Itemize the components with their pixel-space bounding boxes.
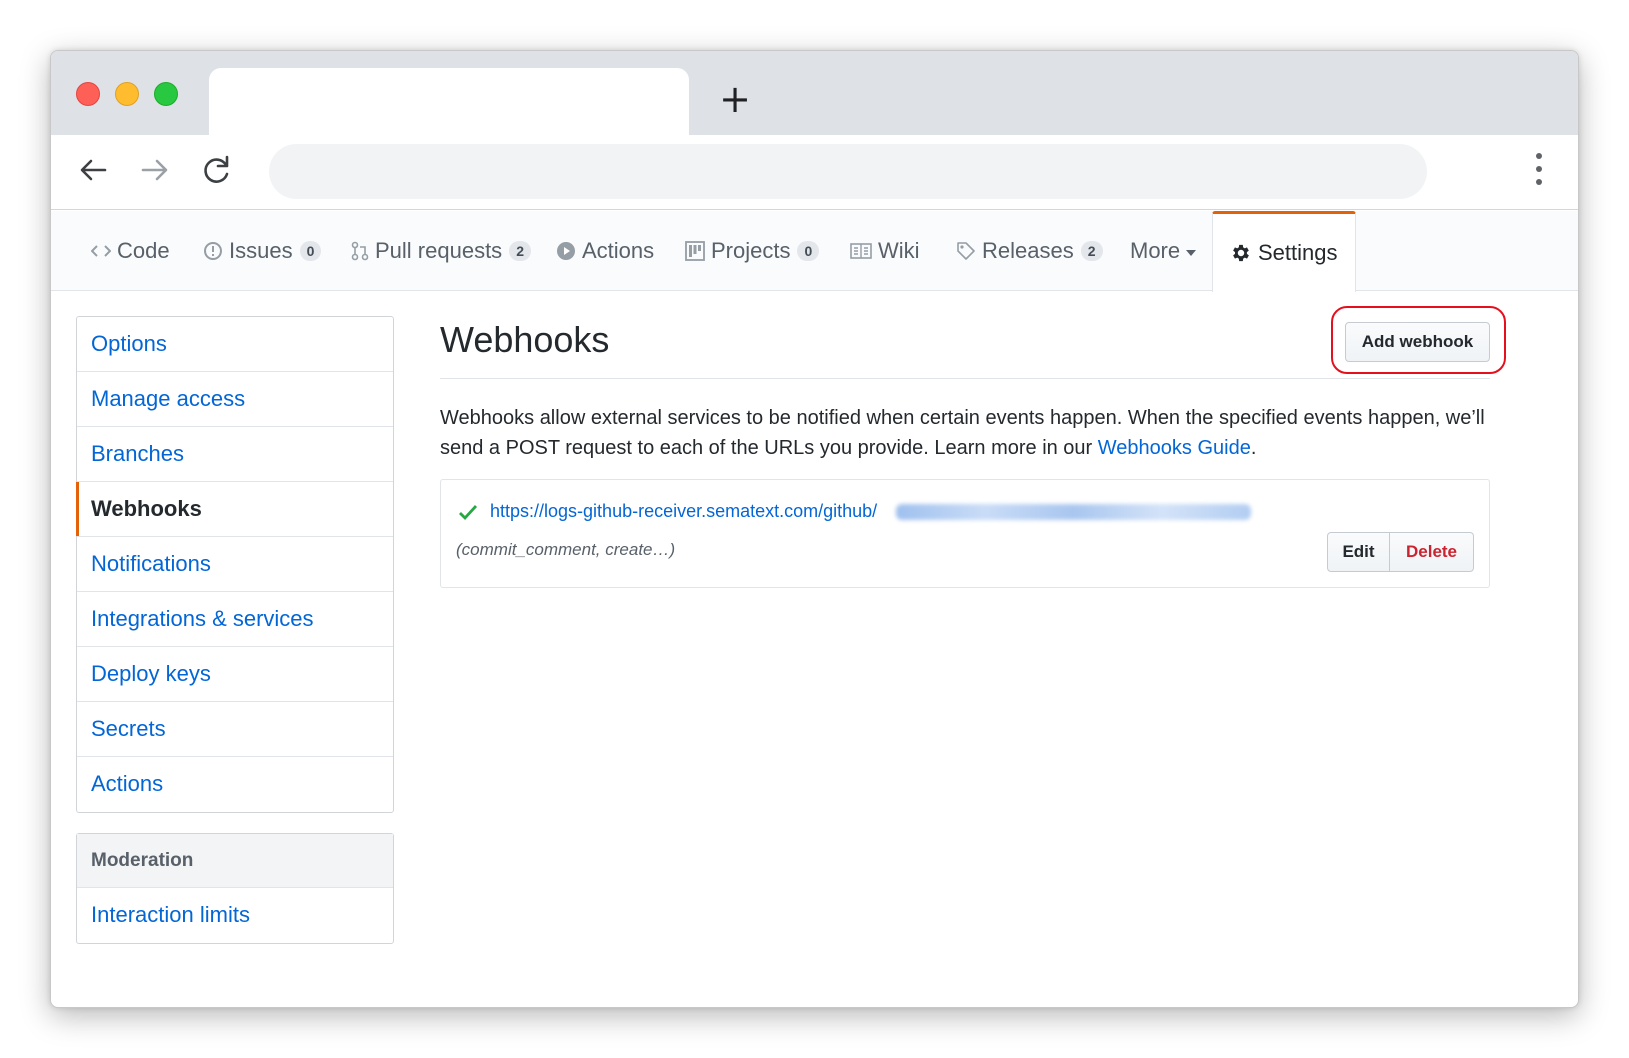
play-icon	[556, 241, 576, 261]
forward-button[interactable]	[133, 148, 177, 192]
reload-icon	[204, 155, 229, 183]
code-icon	[91, 243, 111, 259]
sidebar-item-actions[interactable]: Actions	[77, 757, 393, 812]
tab-projects[interactable]: Projects 0	[685, 211, 820, 291]
sidebar-item-webhooks[interactable]: Webhooks	[76, 482, 393, 537]
description-text: Webhooks allow external services to be n…	[440, 407, 1485, 459]
forward-arrow-icon	[141, 159, 168, 181]
tab-code[interactable]: Code	[91, 211, 170, 291]
releases-counter: 2	[1080, 241, 1103, 261]
issues-counter: 0	[299, 241, 322, 261]
redacted-url-blur	[896, 504, 1251, 520]
sidebar-item-secrets[interactable]: Secrets	[77, 702, 393, 757]
sidebar-item-branches[interactable]: Branches	[77, 427, 393, 482]
tab-more-dropdown[interactable]: More	[1130, 211, 1197, 291]
sidebar-item-deploy-keys[interactable]: Deploy keys	[77, 647, 393, 702]
back-arrow-icon	[80, 159, 107, 181]
back-button[interactable]	[71, 148, 115, 192]
browser-tab-strip: +	[51, 51, 1578, 135]
check-icon	[459, 505, 478, 521]
description-end: .	[1250, 437, 1257, 459]
webhook-list-item: https://logs-github-receiver.sematext.co…	[440, 479, 1490, 588]
webhook-url-link[interactable]: https://logs-github-receiver.sematext.co…	[490, 501, 877, 522]
tab-settings[interactable]: Settings	[1212, 211, 1356, 292]
pull-requests-counter: 2	[509, 241, 531, 261]
minimize-window-button[interactable]	[115, 82, 139, 106]
moderation-sidebar: Moderation Interaction limits	[76, 833, 394, 944]
edit-webhook-button[interactable]: Edit	[1327, 532, 1390, 572]
tab-wiki-label: Wiki	[878, 238, 920, 263]
tab-wiki[interactable]: Wiki	[850, 211, 920, 291]
tab-actions-label: Actions	[582, 238, 655, 263]
tab-releases[interactable]: Releases 2	[956, 211, 1103, 291]
browser-tab[interactable]	[209, 68, 689, 135]
caret-down-icon	[1186, 249, 1197, 256]
gear-icon	[1230, 242, 1252, 264]
address-bar[interactable]	[269, 144, 1427, 199]
sidebar-item-options[interactable]: Options	[77, 317, 393, 372]
webhook-actions: Edit Delete	[1327, 532, 1474, 572]
tab-pull-requests-label: Pull requests	[375, 238, 503, 263]
new-tab-button[interactable]: +	[715, 79, 755, 119]
page-title: Webhooks	[440, 319, 610, 360]
reload-button[interactable]	[195, 148, 239, 192]
tab-code-label: Code	[117, 238, 170, 263]
tag-icon	[956, 241, 976, 261]
tab-releases-label: Releases	[982, 238, 1074, 263]
tab-pull-requests[interactable]: Pull requests 2	[351, 211, 531, 291]
tab-projects-label: Projects	[711, 238, 791, 263]
add-webhook-button[interactable]: Add webhook	[1345, 322, 1490, 362]
book-icon	[850, 242, 872, 260]
tab-issues-label: Issues	[229, 238, 293, 263]
repo-navigation: Code Issues 0 Pull requests 2 Actions Pr…	[51, 211, 1578, 292]
tab-actions[interactable]: Actions	[556, 211, 654, 291]
close-window-button[interactable]	[76, 82, 100, 106]
moderation-heading: Moderation	[77, 834, 393, 888]
browser-toolbar	[51, 135, 1578, 210]
webhooks-guide-link[interactable]: Webhooks Guide	[1098, 437, 1251, 459]
webhooks-description: Webhooks allow external services to be n…	[440, 403, 1500, 463]
project-icon	[685, 241, 705, 261]
sidebar-item-notifications[interactable]: Notifications	[77, 537, 393, 592]
projects-counter: 0	[797, 241, 820, 261]
browser-menu-icon[interactable]	[1534, 153, 1544, 189]
maximize-window-button[interactable]	[154, 82, 178, 106]
issue-icon	[203, 241, 223, 261]
tab-more-label: More	[1130, 238, 1181, 263]
settings-sidebar: Options Manage access Branches Webhooks …	[76, 316, 394, 813]
sidebar-item-integrations[interactable]: Integrations & services	[77, 592, 393, 647]
pull-request-icon	[351, 241, 369, 261]
sidebar-item-interaction-limits[interactable]: Interaction limits	[77, 888, 393, 943]
browser-window: + Code Issues 0 Pull requests 2 Actions …	[50, 50, 1579, 1008]
title-divider	[440, 378, 1490, 379]
sidebar-item-manage-access[interactable]: Manage access	[77, 372, 393, 427]
delete-webhook-button[interactable]: Delete	[1390, 532, 1474, 572]
tab-issues[interactable]: Issues 0	[203, 211, 322, 291]
webhook-events: (commit_comment, create…)	[456, 540, 676, 559]
tab-settings-label: Settings	[1258, 240, 1338, 265]
